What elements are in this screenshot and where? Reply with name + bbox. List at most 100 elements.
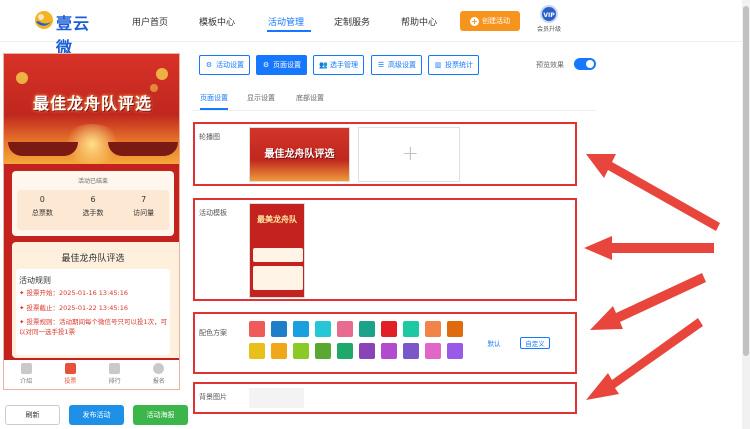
subtab-footer-settings[interactable]: 底部设置 — [296, 93, 324, 103]
scrollbar-thumb[interactable] — [743, 6, 749, 356]
background-image-slot[interactable] — [249, 388, 304, 408]
tool-advanced-settings[interactable]: ☰ 高级设置 — [371, 55, 422, 75]
tab-label: 介绍 — [20, 378, 33, 385]
arrow-icon — [586, 154, 720, 231]
preview-tab-signup[interactable]: 报名 — [137, 360, 179, 389]
subtab-page-settings[interactable]: 页面设置 — [200, 93, 228, 103]
rules-heading: 活动规则 — [19, 276, 51, 285]
color-swatch[interactable] — [293, 343, 309, 359]
crown-icon — [109, 363, 121, 374]
users-icon: 👥 — [319, 61, 328, 69]
bar-chart-icon: ▥ — [434, 61, 442, 69]
tool-label: 选手管理 — [330, 61, 358, 69]
stat-visits: 7 访问量 — [118, 190, 169, 230]
color-swatch[interactable] — [359, 321, 375, 337]
template-thumb[interactable]: 最美龙舟队 — [249, 203, 305, 298]
color-swatch[interactable] — [403, 321, 419, 337]
color-swatch[interactable] — [359, 343, 375, 359]
stat-label: 总票数 — [31, 209, 53, 217]
color-swatch[interactable] — [403, 343, 419, 359]
tool-label: 高级设置 — [388, 61, 416, 69]
color-swatch[interactable] — [447, 321, 463, 337]
arrow-icon — [590, 273, 706, 330]
color-swatch[interactable] — [249, 321, 265, 337]
arrow-icon — [584, 236, 714, 260]
rules-box: 活动规则 ✦ 投票开始：2025-01-16 13:45:16 ✦ 投票截止：202… — [16, 269, 170, 355]
top-nav: 壹云微 用户首页 模板中心 活动管理 定制服务 帮助中心 + 创建活动 VIP … — [0, 0, 742, 57]
tab-label: 报名 — [152, 378, 165, 385]
info-card: 最佳龙舟队评选 活动规则 ✦ 投票开始：2025-01-16 13:45:16 ✦… — [12, 242, 179, 358]
color-swatch[interactable] — [447, 343, 463, 359]
stat-value: 0 — [39, 195, 45, 204]
stat-value: 7 — [141, 195, 147, 204]
nav-templates[interactable]: 模板中心 — [199, 15, 235, 28]
preview-tab-intro[interactable]: 介绍 — [4, 360, 48, 389]
create-activity-button[interactable]: + 创建活动 — [460, 11, 520, 31]
color-swatch[interactable] — [425, 343, 441, 359]
background-label: 背景图片 — [199, 393, 227, 401]
nav-help[interactable]: 帮助中心 — [401, 15, 437, 28]
color-swatch[interactable] — [315, 321, 331, 337]
stat-value: 6 — [90, 195, 96, 204]
color-swatch[interactable] — [271, 321, 287, 337]
tool-contestant-management[interactable]: 👥 选手管理 — [313, 55, 364, 75]
color-swatch[interactable] — [381, 343, 397, 359]
tool-page-settings[interactable]: ⚙ 页面设置 — [256, 55, 307, 75]
preview-hero-title: 最佳龙舟队评选 — [32, 94, 152, 113]
nav-activity-management[interactable]: 活动管理 — [268, 15, 304, 28]
rule-text: 投票开始：2025-01-16 13:45:16 — [26, 289, 128, 297]
preview-tab-vote[interactable]: 投票 — [48, 360, 92, 389]
color-swatch[interactable] — [337, 321, 353, 337]
gear-icon: ⚙ — [205, 61, 213, 69]
color-swatch[interactable] — [425, 321, 441, 337]
info-card-title: 最佳龙舟队评选 — [61, 254, 125, 264]
nav-active-indicator — [267, 30, 311, 32]
rule-voting: ✦ 投票规则：活动期间每个微信号只可以投1次，可以对同一选手投1票 — [19, 317, 169, 337]
vip-upgrade[interactable]: VIP 会员升级 — [536, 5, 562, 33]
stat-contestants: 6 选手数 — [68, 190, 119, 230]
tool-activity-settings[interactable]: ⚙ 活动设置 — [199, 55, 250, 75]
color-swatch[interactable] — [249, 343, 265, 359]
page-scrollbar[interactable] — [742, 0, 750, 429]
poster-button[interactable]: 活动海报 — [133, 405, 188, 425]
tool-vote-stats[interactable]: ▥ 投票统计 — [428, 55, 479, 75]
subtab-display-settings[interactable]: 显示设置 — [247, 93, 275, 103]
color-swatch[interactable] — [337, 343, 353, 359]
color-default-button[interactable]: 默认 — [484, 337, 504, 349]
plus-icon: + — [402, 141, 419, 165]
publish-button[interactable]: 发布活动 — [69, 405, 124, 425]
preview-tab-ranking[interactable]: 排行 — [93, 360, 137, 389]
color-swatch[interactable] — [315, 343, 331, 359]
colors-label: 配色方案 — [199, 329, 227, 337]
subtab-active-indicator — [200, 108, 228, 110]
carousel-label: 轮播图 — [199, 133, 220, 141]
star-icon: ✦ — [19, 304, 25, 312]
toggle-knob — [586, 60, 594, 68]
settings-list-icon: ☰ — [377, 61, 385, 69]
refresh-button[interactable]: 刷新 — [5, 405, 60, 425]
tab-label: 排行 — [108, 378, 121, 385]
color-custom-button[interactable]: 自定义 — [520, 337, 550, 349]
vip-label: 会员升级 — [536, 26, 561, 33]
nav-custom-service[interactable]: 定制服务 — [334, 15, 370, 28]
tool-label: 页面设置 — [273, 61, 301, 69]
carousel-image-thumb[interactable]: 最佳龙舟队评选 — [249, 127, 350, 182]
stat-total-votes: 0 总票数 — [17, 190, 68, 230]
preview-effect-label: 预览效果 — [536, 61, 564, 69]
color-swatch[interactable] — [271, 343, 287, 359]
brand-logo[interactable]: 壹云微 — [34, 8, 104, 57]
template-thumb-card — [253, 266, 303, 290]
template-thumb-card — [253, 248, 303, 262]
preview-effect-toggle[interactable] — [574, 58, 596, 70]
arrow-icon — [586, 318, 703, 400]
color-swatch[interactable] — [293, 321, 309, 337]
dragon-boat-left-icon — [8, 142, 78, 156]
activity-ended-label: 活动已结束 — [77, 178, 108, 185]
rule-end: ✦ 投票截止：2025-01-22 13:45:16 — [19, 303, 169, 313]
stat-label: 选手数 — [82, 209, 104, 217]
star-icon: ✦ — [19, 289, 25, 297]
color-swatch[interactable] — [381, 321, 397, 337]
nav-home[interactable]: 用户首页 — [132, 15, 168, 28]
stats-row: 0 总票数 6 选手数 7 访问量 — [17, 190, 169, 230]
carousel-add-slot[interactable]: + — [358, 127, 460, 182]
